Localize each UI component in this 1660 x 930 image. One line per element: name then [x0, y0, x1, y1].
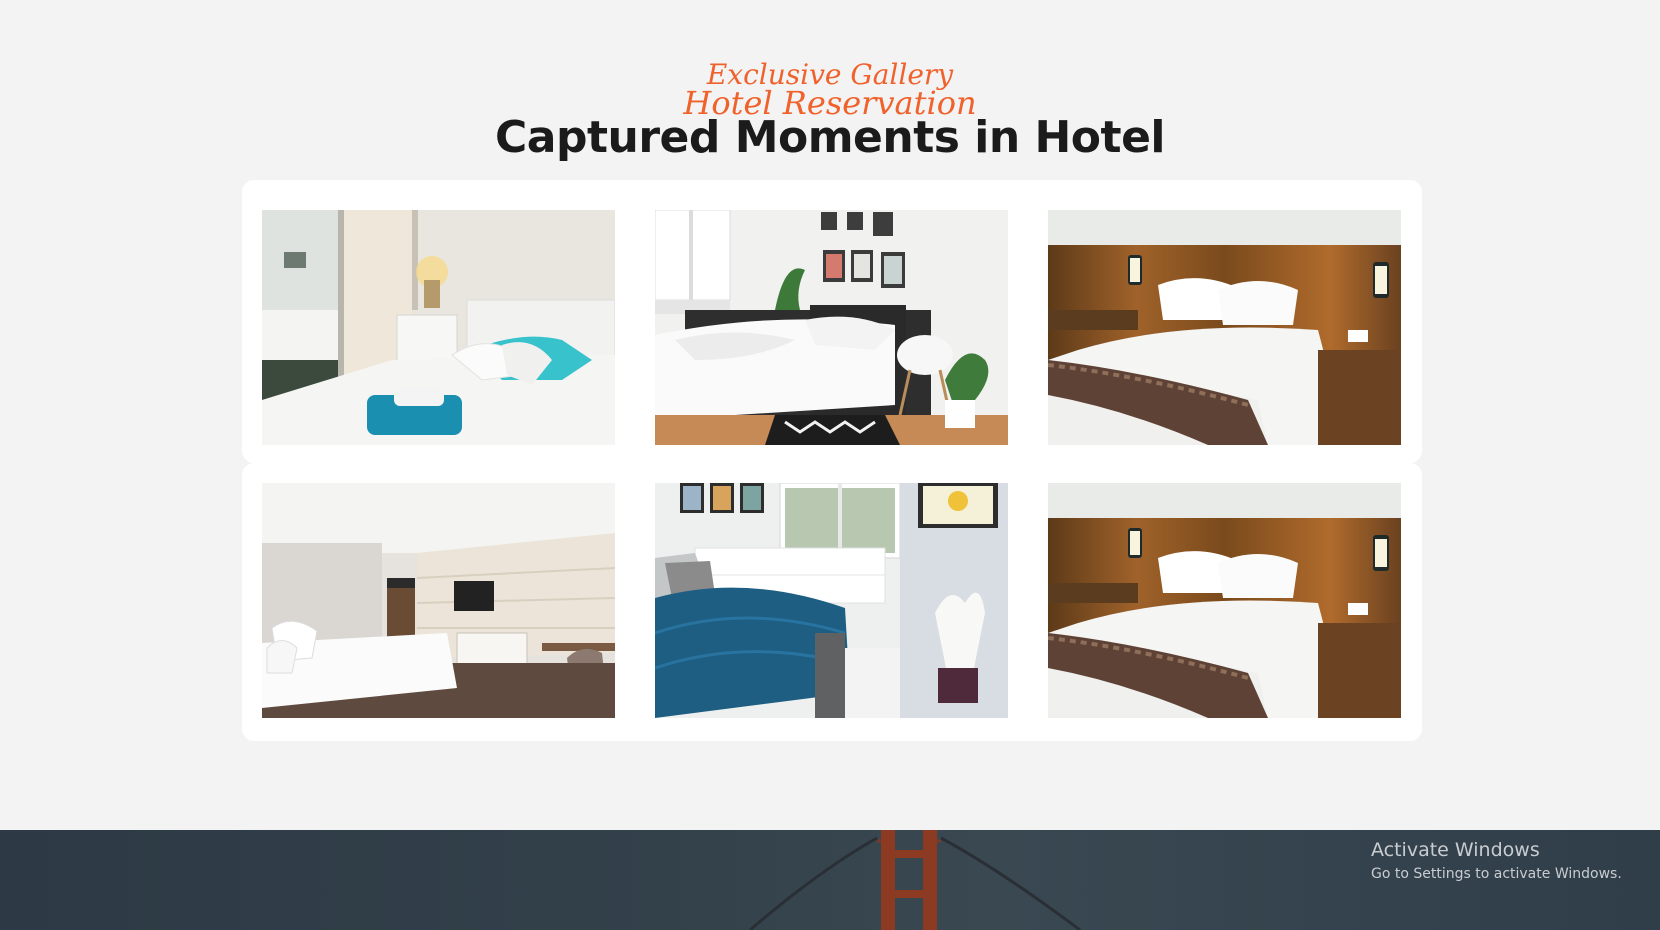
gallery-image-6[interactable] [1048, 483, 1401, 718]
gallery-image-2[interactable] [655, 210, 1008, 445]
gallery-image-3[interactable] [1048, 210, 1401, 445]
gallery-image-5[interactable] [655, 483, 1008, 718]
gallery-row-2 [242, 463, 1422, 741]
gallery-grid [242, 180, 1422, 741]
gallery-image-4[interactable] [262, 483, 615, 718]
footer-section-title: Hotel Reservation [683, 84, 977, 122]
gallery-row-1 [242, 180, 1422, 463]
activate-windows-title: Activate Windows [1371, 839, 1540, 861]
gallery-image-1[interactable] [262, 210, 615, 445]
activate-windows-subtitle: Go to Settings to activate Windows. [1371, 866, 1622, 882]
gallery-page: Exclusive Gallery Captured Moments in Ho… [0, 0, 1660, 930]
windows-activation-watermark: Activate Windows Go to Settings to activ… [1371, 838, 1622, 884]
